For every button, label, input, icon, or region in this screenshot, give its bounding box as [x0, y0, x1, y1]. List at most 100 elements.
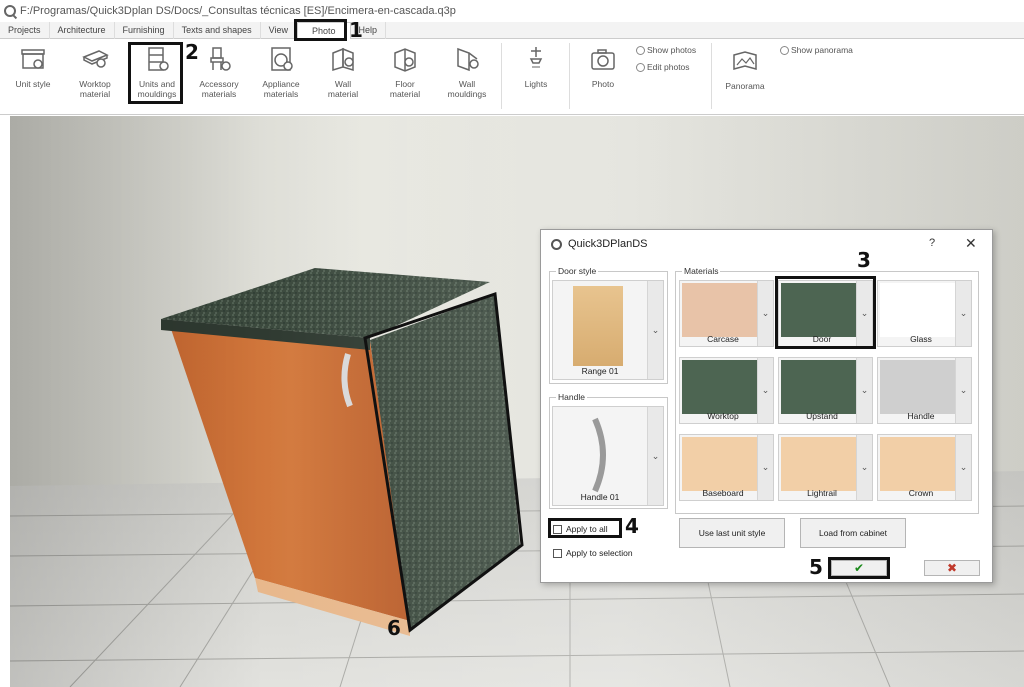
app-logo-icon: [551, 238, 562, 250]
chevron-down-icon[interactable]: ⌄: [757, 435, 773, 500]
material-label: Upstand: [806, 411, 838, 421]
chevron-down-icon[interactable]: ⌄: [955, 358, 971, 423]
material-crown[interactable]: Crown ⌄: [877, 434, 972, 501]
material-label: Carcase: [707, 334, 739, 344]
apply-to-selection-label: Apply to selection: [566, 548, 633, 558]
chevron-down-icon[interactable]: ⌄: [856, 358, 872, 423]
worktop-icon: [82, 50, 109, 68]
photo-button[interactable]: Photo: [572, 45, 634, 109]
unit-style-button[interactable]: Unit style: [2, 45, 64, 109]
chevron-down-icon[interactable]: ⌄: [757, 358, 773, 423]
callout-number-6: 6: [387, 616, 401, 640]
use-last-unit-style-button[interactable]: Use last unit style: [679, 518, 785, 548]
appliance-materials-label: Appliance materials: [262, 79, 300, 99]
callout-number-2: 2: [185, 40, 199, 64]
material-worktop[interactable]: Worktop ⌄: [679, 357, 774, 424]
show-panorama-radio[interactable]: [780, 45, 789, 55]
material-glass[interactable]: Glass ⌄: [877, 280, 972, 347]
material-label: Crown: [908, 488, 934, 498]
ribbon-separator: [711, 43, 712, 109]
show-photos-option[interactable]: Show photos: [636, 45, 696, 55]
ribbon-separator: [569, 43, 570, 109]
accessory-materials-label: Accessory materials: [199, 79, 239, 99]
show-photos-radio[interactable]: [636, 45, 645, 55]
wall-mouldings-icon: [457, 47, 479, 72]
window-title: F:/Programas/Quick3Dplan DS/Docs/_Consul…: [20, 5, 456, 17]
material-handle[interactable]: Handle ⌄: [877, 357, 972, 424]
callout-box-apply-to-all: [548, 518, 622, 538]
chevron-down-icon[interactable]: ⌄: [955, 435, 971, 500]
callout-box-door-material: [775, 276, 876, 349]
panorama-label: Panorama: [725, 81, 765, 91]
load-from-cabinet-button[interactable]: Load from cabinet: [800, 518, 906, 548]
chevron-down-icon[interactable]: ⌄: [757, 281, 773, 346]
handle-group: Handle Handle 01 ⌄: [549, 392, 668, 509]
carcase-swatch: [682, 283, 759, 337]
camera-icon: [591, 49, 615, 70]
crown-swatch: [880, 437, 957, 491]
chevron-down-icon[interactable]: ⌄: [647, 281, 663, 379]
material-upstand[interactable]: Upstand ⌄: [778, 357, 873, 424]
material-label: Baseboard: [702, 488, 744, 498]
door-style-group: Door style Range 01 ⌄: [549, 266, 668, 384]
panorama-button[interactable]: Panorama: [714, 47, 776, 111]
dialog-title: Quick3DPlanDS: [568, 238, 648, 250]
callout-number-1: 1: [349, 18, 363, 42]
tab-projects[interactable]: Projects: [0, 22, 50, 39]
handle-swatch: [880, 360, 957, 414]
tab-architecture[interactable]: Architecture: [50, 22, 115, 39]
material-carcase[interactable]: Carcase ⌄: [679, 280, 774, 347]
chevron-down-icon[interactable]: ⌄: [955, 281, 971, 346]
floor-icon: [394, 48, 416, 72]
chevron-down-icon[interactable]: ⌄: [647, 407, 663, 505]
edit-photos-radio[interactable]: [636, 62, 645, 72]
handle-preview: [583, 415, 623, 495]
panorama-icon: [733, 51, 757, 70]
lights-button[interactable]: Lights: [505, 45, 567, 109]
wall-mouldings-button[interactable]: Wall mouldings: [436, 45, 498, 109]
chevron-down-icon[interactable]: ⌄: [856, 435, 872, 500]
apply-to-selection-checkbox[interactable]: [553, 548, 562, 558]
floor-material-label: Floor material: [389, 79, 421, 99]
wall-icon: [332, 47, 354, 72]
materials-group-label: Materials: [682, 266, 721, 276]
lights-label: Lights: [524, 79, 548, 89]
unit-style-icon: [21, 49, 45, 69]
accessory-icon: [210, 47, 231, 71]
app-logo-icon: [4, 5, 16, 17]
unit-style-label: Unit style: [15, 79, 51, 89]
material-baseboard[interactable]: Baseboard ⌄: [679, 434, 774, 501]
tab-texts-and-shapes[interactable]: Texts and shapes: [174, 22, 261, 39]
wall-mouldings-label: Wall mouldings: [447, 79, 487, 99]
callout-box-ok-button: [828, 557, 890, 579]
callout-number-3: 3: [857, 248, 871, 272]
tab-view[interactable]: View: [261, 22, 297, 39]
apply-to-selection-option[interactable]: Apply to selection: [553, 548, 633, 558]
dialog-title-bar: Quick3DPlanDS: [541, 230, 992, 258]
worktop-material-button[interactable]: Worktop material: [64, 45, 126, 109]
edit-photos-option[interactable]: Edit photos: [636, 62, 690, 72]
floor-material-button[interactable]: Floor material: [374, 45, 436, 109]
window-title-bar: F:/Programas/Quick3Dplan DS/Docs/_Consul…: [0, 0, 1024, 22]
callout-box-units: [128, 42, 183, 104]
worktop-swatch: [682, 360, 759, 414]
glass-swatch: [880, 283, 957, 337]
tab-furnishing[interactable]: Furnishing: [115, 22, 174, 39]
edit-photos-label: Edit photos: [647, 62, 690, 72]
material-lightrail[interactable]: Lightrail ⌄: [778, 434, 873, 501]
handle-value: Handle 01: [580, 492, 620, 502]
ribbon-tabs: Projects Architecture Furnishing Texts a…: [0, 22, 1024, 39]
door-style-value: Range 01: [581, 366, 619, 376]
door-style-selector[interactable]: Range 01 ⌄: [552, 280, 664, 380]
lights-icon: [529, 47, 543, 68]
close-icon[interactable]: ✕: [965, 235, 977, 252]
wall-material-button[interactable]: Wall material: [312, 45, 374, 109]
callout-number-4: 4: [625, 514, 639, 538]
wall-material-label: Wall material: [327, 79, 359, 99]
material-label: Lightrail: [807, 488, 837, 498]
help-button[interactable]: ?: [929, 237, 935, 249]
handle-selector[interactable]: Handle 01 ⌄: [552, 406, 664, 506]
show-panorama-option[interactable]: Show panorama: [780, 45, 853, 55]
appliance-materials-button[interactable]: Appliance materials: [250, 45, 312, 109]
cancel-button[interactable]: ✖: [924, 560, 980, 576]
